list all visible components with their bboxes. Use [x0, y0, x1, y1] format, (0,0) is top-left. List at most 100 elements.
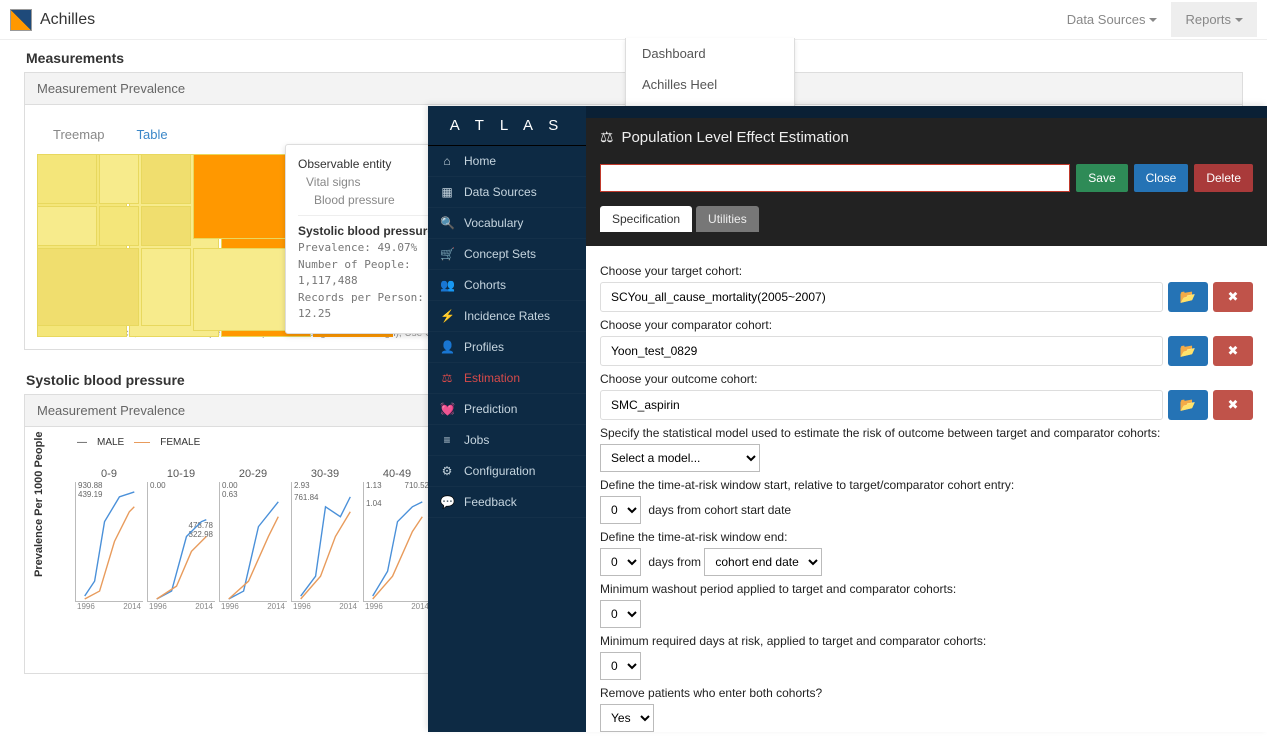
nav-label: Configuration — [464, 464, 535, 478]
target-clear-button[interactable]: ✖ — [1213, 282, 1253, 312]
nav-label: Home — [464, 154, 496, 168]
close-button[interactable]: Close — [1134, 164, 1189, 192]
nav-cohorts[interactable]: 👥 Cohorts — [428, 270, 586, 301]
target-open-button[interactable]: 📂 — [1168, 282, 1208, 312]
decile-30-39: 30-39 2.93 761.84 19962014 — [291, 468, 359, 611]
page-title: Population Level Effect Estimation — [621, 129, 848, 146]
analysis-name-input[interactable] — [600, 164, 1070, 192]
nav-label: Vocabulary — [464, 216, 523, 230]
washout-select[interactable]: 0 — [600, 600, 641, 628]
y-axis-label: Prevalence Per 1000 People — [33, 431, 45, 577]
nav-icon: ⚖ — [440, 371, 454, 385]
caret-icon — [1235, 18, 1243, 22]
nav-label: Profiles — [464, 340, 504, 354]
tar-end-ref-select[interactable]: cohort end date — [704, 548, 822, 576]
nav-vocabulary[interactable]: 🔍 Vocabulary — [428, 208, 586, 239]
nav-label: Cohorts — [464, 278, 506, 292]
remove-both-label: Remove patients who enter both cohorts? — [600, 686, 1253, 700]
tab-treemap[interactable]: Treemap — [49, 121, 109, 148]
nav-label: Data Sources — [464, 185, 537, 199]
tar-end-select[interactable]: 0 — [600, 548, 641, 576]
achilles-header: Achilles Data Sources Reports — [0, 0, 1267, 40]
target-cohort-input[interactable] — [600, 282, 1163, 312]
nav-data-sources[interactable]: ▦ Data Sources — [428, 177, 586, 208]
nav-icon: 💬 — [440, 495, 454, 509]
tab-specification[interactable]: Specification — [600, 206, 692, 232]
remove-both-select[interactable]: Yes — [600, 704, 654, 732]
tab-utilities[interactable]: Utilities — [696, 206, 759, 232]
comp-open-button[interactable]: 📂 — [1168, 336, 1208, 366]
nav-label: Prediction — [464, 402, 517, 416]
dd-dashboard[interactable]: Dashboard — [626, 38, 794, 69]
nav-icon: ⌂ — [440, 154, 454, 168]
achilles-logo — [10, 9, 32, 31]
atlas-page-header: ⚖ Population Level Effect Estimation — [586, 118, 1267, 156]
nav-icon: ⚡ — [440, 309, 454, 323]
caret-icon — [1149, 18, 1157, 22]
tab-table[interactable]: Table — [133, 121, 172, 148]
nav-icon: 👥 — [440, 278, 454, 292]
achilles-menu: Data Sources Reports — [1053, 2, 1257, 37]
menu-data-sources[interactable]: Data Sources — [1053, 2, 1172, 37]
outcome-cohort-input[interactable] — [600, 390, 1163, 420]
nav-configuration[interactable]: ⚙ Configuration — [428, 456, 586, 487]
achilles-brand: Achilles — [40, 11, 1053, 29]
nav-home[interactable]: ⌂ Home — [428, 146, 586, 177]
decile-10-19: 10-19 0.00 478.78322.98 19962014 — [147, 468, 215, 611]
nav-profiles[interactable]: 👤 Profiles — [428, 332, 586, 363]
target-cohort-label: Choose your target cohort: — [600, 264, 1253, 278]
save-button[interactable]: Save — [1076, 164, 1127, 192]
washout-label: Minimum washout period applied to target… — [600, 582, 1253, 596]
tar-start-suffix: days from cohort start date — [648, 503, 791, 517]
decile-40-49: 40-49 1.131.04 710.52 19962014 — [363, 468, 431, 611]
atlas-app: A T L A S ⌂ Home ▦ Data Sources 🔍 Vocabulary 🛒… — [428, 106, 1267, 732]
decile-20-29: 20-29 0.000.63 19962014 — [219, 468, 287, 611]
comp-cohort-input[interactable] — [600, 336, 1163, 366]
menu-reports-label: Reports — [1185, 12, 1231, 27]
model-label: Specify the statistical model used to es… — [600, 426, 1253, 440]
minrisk-select[interactable]: 0 — [600, 652, 641, 680]
tar-end-mid: days from — [648, 555, 701, 569]
tar-start-select[interactable]: 0 — [600, 496, 641, 524]
legend-female: FEMALE — [160, 437, 200, 448]
nav-estimation[interactable]: ⚖ Estimation — [428, 363, 586, 394]
nav-concept-sets[interactable]: 🛒Concept Sets — [428, 239, 586, 270]
nav-icon: 🔍 — [440, 216, 454, 230]
nav-icon: ⚙ — [440, 464, 454, 478]
comp-cohort-label: Choose your comparator cohort: — [600, 318, 1253, 332]
nav-label: Jobs — [464, 433, 489, 447]
outcome-cohort-label: Choose your outcome cohort: — [600, 372, 1253, 386]
nav-label: Incidence Rates — [464, 309, 550, 323]
nav-incidence-rates[interactable]: ⚡ Incidence Rates — [428, 301, 586, 332]
nav-feedback[interactable]: 💬 Feedback — [428, 487, 586, 518]
comp-clear-button[interactable]: ✖ — [1213, 336, 1253, 366]
atlas-title: A T L A S — [428, 106, 586, 146]
nav-icon: 👤 — [440, 340, 454, 354]
nav-prediction[interactable]: 💓 Prediction — [428, 394, 586, 425]
minrisk-label: Minimum required days at risk, applied t… — [600, 634, 1253, 648]
nav-label: Estimation — [464, 371, 520, 385]
nav-jobs[interactable]: ≡ Jobs — [428, 425, 586, 456]
menu-data-sources-label: Data Sources — [1067, 12, 1146, 27]
menu-reports[interactable]: Reports — [1171, 2, 1257, 37]
decile-0-9: 0-9 930.88439.19 19962014 — [75, 468, 143, 611]
delete-button[interactable]: Delete — [1194, 164, 1253, 192]
legend-male: MALE — [97, 437, 124, 448]
nav-icon: ▦ — [440, 185, 454, 199]
atlas-sidebar: A T L A S ⌂ Home ▦ Data Sources 🔍 Vocabulary 🛒… — [428, 106, 586, 732]
tar-end-label: Define the time-at-risk window end: — [600, 530, 1253, 544]
atlas-toolbar: Save Close Delete Specification Utilitie… — [586, 156, 1267, 246]
outcome-open-button[interactable]: 📂 — [1168, 390, 1208, 420]
dd-achilles-heel[interactable]: Achilles Heel — [626, 69, 794, 100]
outcome-clear-button[interactable]: ✖ — [1213, 390, 1253, 420]
nav-label: Feedback — [464, 495, 517, 509]
estimation-form: Choose your target cohort: 📂 ✖ Choose yo… — [586, 246, 1267, 732]
nav-icon: 🛒 — [440, 247, 454, 261]
nav-icon: 💓 — [440, 402, 454, 416]
atlas-topbar — [586, 106, 1267, 118]
tar-start-label: Define the time-at-risk window start, re… — [600, 478, 1253, 492]
model-select[interactable]: Select a model... — [600, 444, 760, 472]
scales-icon: ⚖ — [600, 128, 613, 146]
nav-icon: ≡ — [440, 433, 454, 447]
atlas-main: ⚖ Population Level Effect Estimation Sav… — [586, 106, 1267, 732]
